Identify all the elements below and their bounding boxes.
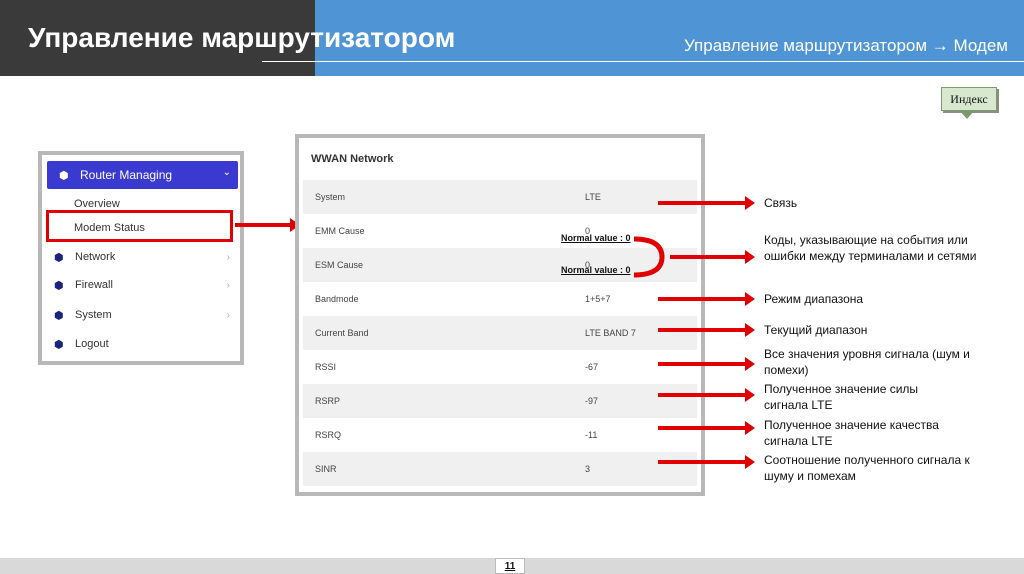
annotation-text: Все значения уровня сигнала (шум и помех… [764,347,970,377]
row-value: 1+5+7 [585,294,611,304]
modem-status-highlight-box [46,210,233,242]
row-value: LTE BAND 7 [585,328,636,338]
sidebar-item-label: Network [75,251,116,263]
annotation-text: Связь [764,196,798,210]
annotation-text: Соотношение полученного сигнала к шуму и… [764,453,970,483]
table-row: RSSI -67 [303,350,697,384]
page-title: Управление маршрутизатором [28,22,456,53]
sidebar-item-firewall[interactable]: ⬢ Firewall › [54,275,234,295]
chevron-down-icon: ⌄ [222,167,231,178]
pointer-arrow [658,388,755,402]
wwan-title: WWAN Network [311,153,394,165]
row-value: LTE [585,192,601,202]
sidebar-item-logout[interactable]: ⬢ Logout [54,334,234,354]
row-value: 3 [585,464,591,474]
annotation-text: Полученное значение силы сигнала LTE [764,382,919,412]
row-key: RSRQ [315,430,342,440]
row-key: RSSI [315,362,337,372]
index-button[interactable]: Индекс [941,87,997,111]
row-key: RSRP [315,396,341,406]
header-divider [262,61,1024,62]
row-key: System [315,192,346,202]
chevron-right-icon: › [226,279,230,291]
annotation-text: Коды, указывающие на события или ошибки … [764,233,977,263]
router-sidebar: ⬢ Router Managing ⌄ Overview Modem Statu… [38,151,244,365]
annotation-text: Текущий диапазон [764,323,868,337]
pointer-arrow [658,196,755,210]
pointer-arrow [658,292,755,306]
table-row: System LTE [303,180,697,214]
cube-icon: ⬢ [54,338,64,351]
sidebar-item-network[interactable]: ⬢ Network › [54,247,234,267]
pointer-arrow [658,421,755,435]
pointer-arrow [235,218,300,232]
sidebar-item-label: Router Managing [80,168,173,182]
normal-value-label: Normal value : 0 [561,265,631,275]
sidebar-item-router-managing[interactable]: ⬢ Router Managing ⌄ [47,161,238,189]
annotation-text: Полученное значение качества сигнала LTE [764,418,939,448]
chevron-right-icon: › [226,251,230,263]
sidebar-item-label: System [75,309,112,321]
normal-value-label: Normal value : 0 [561,233,631,243]
pointer-arrow [658,455,755,469]
row-key: SINR [315,464,337,474]
pointer-arrow [658,357,755,371]
row-key: Bandmode [315,294,359,304]
row-key: EMM Cause [315,226,365,236]
row-value: -11 [585,430,598,440]
sidebar-item-label: Firewall [75,279,113,291]
sidebar-subitem-overview[interactable]: Overview [74,198,120,210]
pointer-arrow [658,323,755,337]
index-button-tail [960,111,974,119]
table-row: Bandmode 1+5+7 [303,282,697,316]
row-value: -97 [585,396,599,406]
table-row: SINR 3 [303,452,697,486]
chevron-right-icon: › [226,309,230,321]
cube-icon: ⬢ [54,251,64,264]
page-number[interactable]: 11 [495,558,525,574]
cube-icon: ⬢ [59,169,69,182]
cube-icon: ⬢ [54,279,64,292]
breadcrumb: Управление маршрутизатором → Модем [684,36,1008,55]
row-key: ESM Cause [315,260,364,270]
table-row: RSRQ -11 [303,418,697,452]
row-value: -67 [585,362,599,372]
brace-icon [633,236,665,278]
cube-icon: ⬢ [54,309,64,322]
pointer-arrow [670,250,755,264]
wwan-network-panel: WWAN Network System LTE EMM Cause 0 ESM … [295,134,705,496]
row-key: Current Band [315,328,369,338]
sidebar-item-label: Logout [75,338,109,350]
annotation-text: Режим диапазона [764,292,864,306]
table-row: Current Band LTE BAND 7 [303,316,697,350]
sidebar-item-system[interactable]: ⬢ System › [54,305,234,325]
table-row: RSRP -97 [303,384,697,418]
